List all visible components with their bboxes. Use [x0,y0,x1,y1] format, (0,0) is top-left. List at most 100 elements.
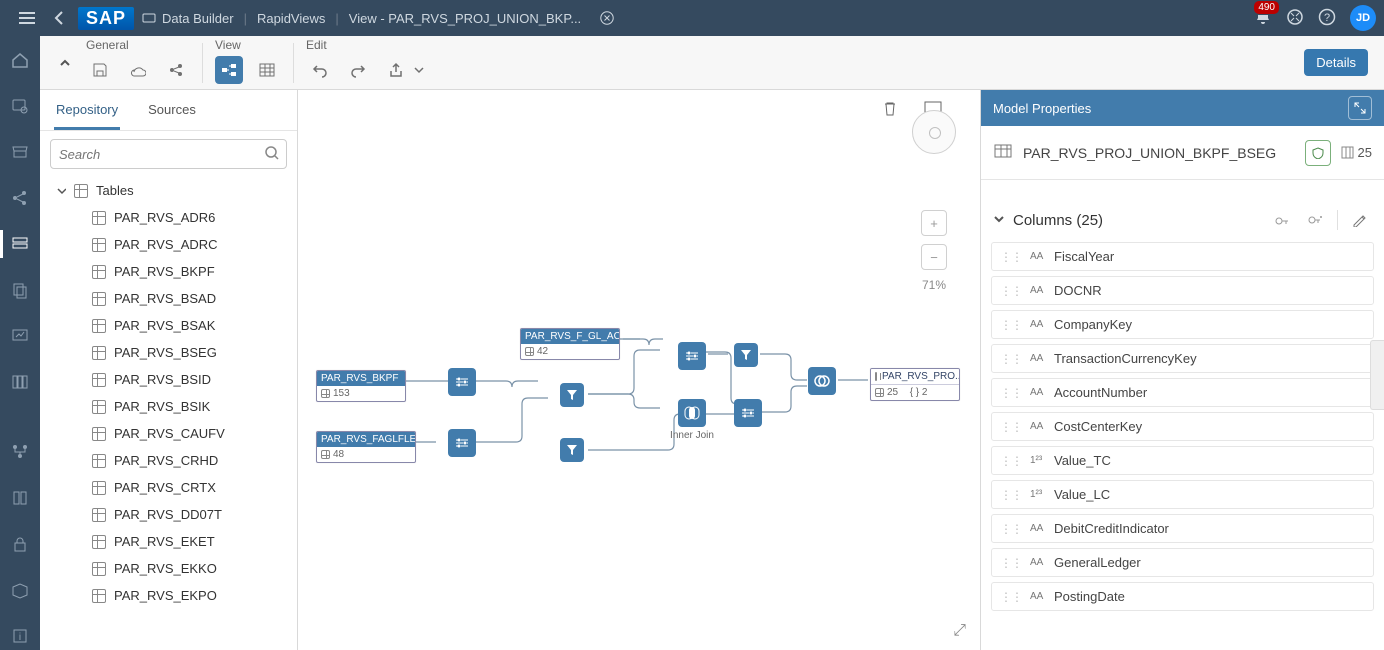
column-row[interactable]: ⋮⋮1²³Value_LC [991,480,1374,509]
table-item[interactable]: PAR_RVS_BSAK [40,312,297,339]
notifications-icon[interactable]: 490 [1254,8,1272,29]
support-icon[interactable] [1286,8,1304,29]
expand-canvas-icon[interactable]: ⤢ [953,622,966,640]
canvas-source-node[interactable]: 3 PAR_RVS_F_GL_ACC... 42 [520,328,620,360]
rail-lock-icon[interactable] [0,530,40,558]
table-item[interactable]: PAR_RVS_CAUFV [40,420,297,447]
table-item[interactable]: PAR_RVS_EKPO [40,582,297,609]
user-avatar[interactable]: JD [1350,5,1376,31]
column-row[interactable]: ⋮⋮AACostCenterKey [991,412,1374,441]
table-item[interactable]: PAR_RVS_EKET [40,528,297,555]
table-item[interactable]: PAR_RVS_DD07T [40,501,297,528]
toolbar-collapse-icon[interactable] [50,48,80,78]
table-item[interactable]: PAR_RVS_ADR6 [40,204,297,231]
status-badge [1305,140,1331,166]
join-label: Inner Join [670,430,714,441]
table-item[interactable]: PAR_RVS_BSAD [40,285,297,312]
zoom-percentage: 71% [922,278,946,292]
canvas-settings-node[interactable] [448,368,476,396]
column-count-badge: 25 [1341,145,1372,160]
properties-title: Model Properties [993,101,1091,116]
svg-text:i: i [19,632,21,643]
rail-data-builder-icon[interactable] [0,230,40,258]
rail-book-icon[interactable] [0,484,40,512]
table-view-icon[interactable] [253,56,281,84]
undo-icon[interactable] [306,56,334,84]
expand-panel-icon[interactable] [1348,96,1372,120]
table-item[interactable]: PAR_RVS_BSID [40,366,297,393]
canvas-settings-node[interactable] [734,399,762,427]
zoom-out-icon[interactable]: − [921,244,947,270]
toolbar-group-general: General [86,38,129,52]
details-button[interactable]: Details [1304,49,1368,76]
columns-collapse-icon[interactable] [993,212,1005,229]
column-row[interactable]: ⋮⋮AATransactionCurrencyKey [991,344,1374,373]
breadcrumb-data-builder[interactable]: Data Builder [142,11,234,26]
breadcrumb-space[interactable]: RapidViews [257,11,325,26]
tab-repository[interactable]: Repository [54,94,120,130]
rail-info-icon[interactable]: i [0,622,40,650]
association-icon[interactable] [1303,213,1329,227]
toolbar: General View Edit Details [40,36,1384,90]
help-icon[interactable]: ? [1318,8,1336,29]
canvas-output-node[interactable]: PAR_RVS_PRO... 25 { } 2 [870,368,960,401]
breadcrumb-view[interactable]: View - PAR_RVS_PROJ_UNION_BKP... [349,11,581,26]
tree-group-tables[interactable]: Tables [40,177,297,204]
back-button[interactable] [46,4,74,32]
canvas-union-node[interactable] [808,367,836,395]
canvas-filter-node[interactable] [560,383,584,407]
column-row[interactable]: ⋮⋮AADebitCreditIndicator [991,514,1374,543]
canvas-filter-node[interactable] [560,438,584,462]
table-item[interactable]: PAR_RVS_ADRC [40,231,297,258]
search-icon[interactable] [265,146,279,163]
side-tab-handle[interactable] [1370,340,1384,410]
export-dropdown-icon[interactable] [412,56,426,84]
canvas-filter-node[interactable] [734,343,758,367]
column-row[interactable]: ⋮⋮AAGeneralLedger [991,548,1374,577]
table-item[interactable]: PAR_RVS_EKKO [40,555,297,582]
table-item[interactable]: PAR_RVS_BKPF [40,258,297,285]
canvas-settings-node[interactable] [678,342,706,370]
table-item[interactable]: PAR_RVS_BSEG [40,339,297,366]
graphical-view-icon[interactable] [215,56,243,84]
columns-section-title: Columns (25) [1013,212,1261,229]
share-icon[interactable] [162,56,190,84]
table-item[interactable]: PAR_RVS_BSIK [40,393,297,420]
model-canvas[interactable]: + − 71% [298,90,980,650]
canvas-source-node[interactable]: 1 PAR_RVS_BKPF 153 [316,370,406,402]
column-row[interactable]: ⋮⋮1²³Value_TC [991,446,1374,475]
rail-home-icon[interactable] [0,46,40,74]
rail-package-icon[interactable] [0,576,40,604]
column-row[interactable]: ⋮⋮AADOCNR [991,276,1374,305]
pan-control[interactable] [912,110,956,154]
save-icon[interactable] [86,56,114,84]
rail-search-icon[interactable] [0,92,40,120]
column-row[interactable]: ⋮⋮AAFiscalYear [991,242,1374,271]
rail-columns-icon[interactable] [0,368,40,396]
table-item[interactable]: PAR_RVS_CRTX [40,474,297,501]
rail-copy-icon[interactable] [0,276,40,304]
close-tab-icon[interactable] [597,8,617,28]
hamburger-menu-icon[interactable] [8,0,46,36]
repository-search-input[interactable] [50,139,287,169]
tab-sources[interactable]: Sources [146,94,198,130]
column-row[interactable]: ⋮⋮AAAccountNumber [991,378,1374,407]
edit-columns-icon[interactable] [1346,213,1372,227]
rail-flow-icon[interactable] [0,438,40,466]
deploy-icon[interactable] [124,56,152,84]
redo-icon[interactable] [344,56,372,84]
rail-monitor-icon[interactable] [0,322,40,350]
rail-share-icon[interactable] [0,184,40,212]
zoom-in-icon[interactable]: + [921,210,947,236]
rail-store-icon[interactable] [0,138,40,166]
canvas-source-node[interactable]: 2 PAR_RVS_FAGLFLEXA 48 [316,431,416,463]
canvas-settings-node[interactable] [448,429,476,457]
export-icon[interactable] [382,56,410,84]
column-row[interactable]: ⋮⋮AAPostingDate [991,582,1374,611]
canvas-join-node[interactable] [678,399,706,427]
key-icon[interactable] [1269,213,1295,227]
toolbar-group-view: View [215,38,241,52]
delete-icon[interactable] [882,100,898,119]
table-item[interactable]: PAR_RVS_CRHD [40,447,297,474]
column-row[interactable]: ⋮⋮AACompanyKey [991,310,1374,339]
